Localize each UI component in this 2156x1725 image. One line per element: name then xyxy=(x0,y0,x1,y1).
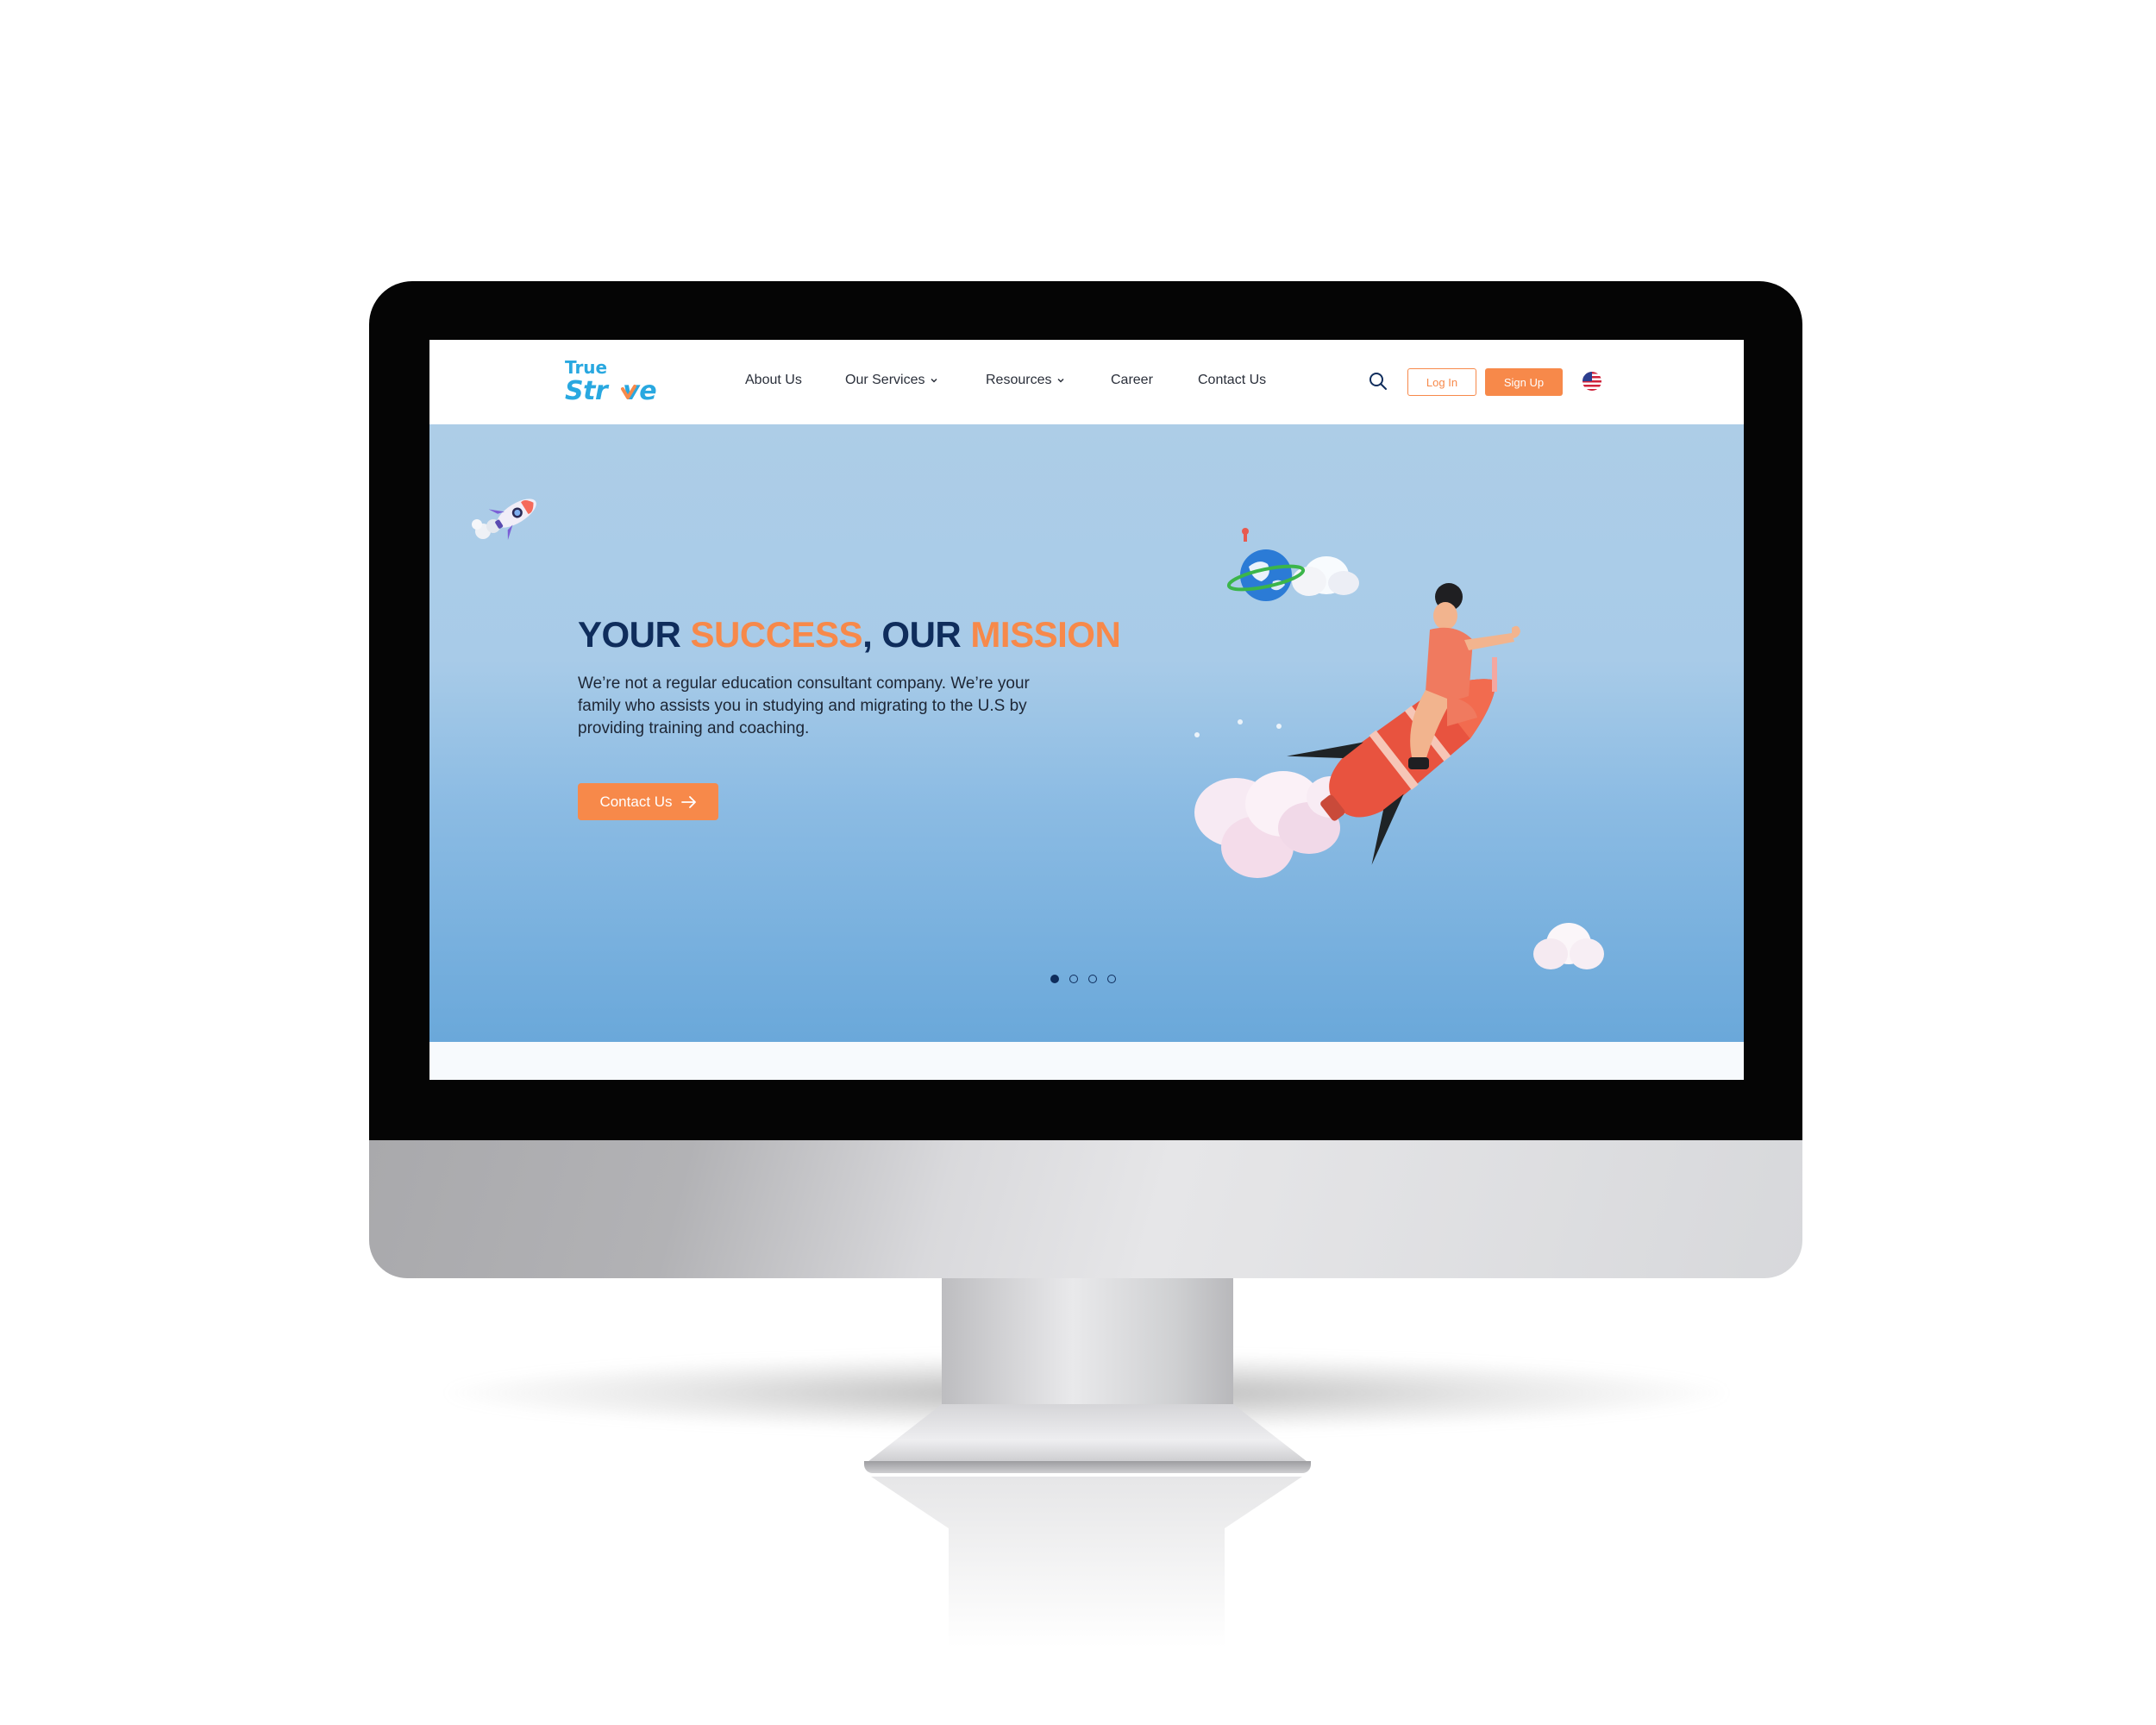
carousel-pagination xyxy=(1050,975,1116,983)
us-flag-icon[interactable] xyxy=(1583,372,1601,391)
nav-career[interactable]: Career xyxy=(1111,373,1153,388)
contact-us-button[interactable]: Contact Us xyxy=(578,783,718,820)
nav-resources[interactable]: Resources xyxy=(986,373,1065,388)
nav-career-label: Career xyxy=(1111,373,1153,387)
chevron-down-icon xyxy=(931,378,937,383)
monitor-stand-neck xyxy=(942,1278,1233,1408)
hero-title: YOUR SUCCESS, OUR MISSION xyxy=(578,614,1121,656)
next-section-edge xyxy=(429,1042,1744,1080)
monitor-chin xyxy=(369,1140,1802,1278)
carousel-dot-4[interactable] xyxy=(1107,975,1116,983)
arrow-right-icon xyxy=(680,795,696,808)
search-icon[interactable] xyxy=(1368,371,1388,392)
website-screen: True Str ve About Us Our Services Resourc… xyxy=(429,340,1744,1080)
hero-title-success: SUCCESS xyxy=(690,614,863,655)
nav-about-us[interactable]: About Us xyxy=(745,373,802,388)
hero-title-mission: MISSION xyxy=(970,614,1121,655)
logo-checkmark-icon xyxy=(621,385,636,399)
carousel-dot-1[interactable] xyxy=(1050,975,1059,983)
chevron-down-icon xyxy=(1057,378,1065,383)
hero-banner: YOUR SUCCESS, OUR MISSION We’re not a re… xyxy=(429,424,1744,1042)
signup-button[interactable]: Sign Up xyxy=(1485,368,1563,396)
navbar: True Str ve About Us Our Services Resourc… xyxy=(429,340,1744,424)
nav-resources-label: Resources xyxy=(986,373,1052,387)
girl-on-rocket-illustration xyxy=(1194,583,1520,878)
login-button[interactable]: Log In xyxy=(1407,368,1476,396)
true-strive-logo[interactable]: True Str ve xyxy=(565,357,660,409)
nav-contact-us-label: Contact Us xyxy=(1198,373,1267,387)
monitor-stand-base xyxy=(864,1461,1311,1473)
cloud-illustration xyxy=(1533,923,1604,969)
hero-description: We’re not a regular education consultant… xyxy=(578,674,1030,737)
monitor-stand-foot xyxy=(864,1404,1311,1465)
monitor-stand-reflection xyxy=(871,1477,1302,1666)
nav-about-us-label: About Us xyxy=(745,373,802,387)
nav-contact-us[interactable]: Contact Us xyxy=(1198,373,1266,388)
nav-our-services-label: Our Services xyxy=(845,373,925,387)
logo-line-true: True xyxy=(565,357,608,378)
hero-title-your: YOUR xyxy=(578,614,691,655)
hero-title-our: , OUR xyxy=(862,614,971,655)
logo-line-strive: Str ve xyxy=(565,376,657,406)
logo-text-str: Str xyxy=(565,376,608,406)
carousel-dot-3[interactable] xyxy=(1088,975,1097,983)
contact-us-button-label: Contact Us xyxy=(599,793,673,810)
carousel-dot-2[interactable] xyxy=(1069,975,1078,983)
small-rocket-illustration xyxy=(472,499,536,541)
nav-our-services[interactable]: Our Services xyxy=(845,373,938,388)
